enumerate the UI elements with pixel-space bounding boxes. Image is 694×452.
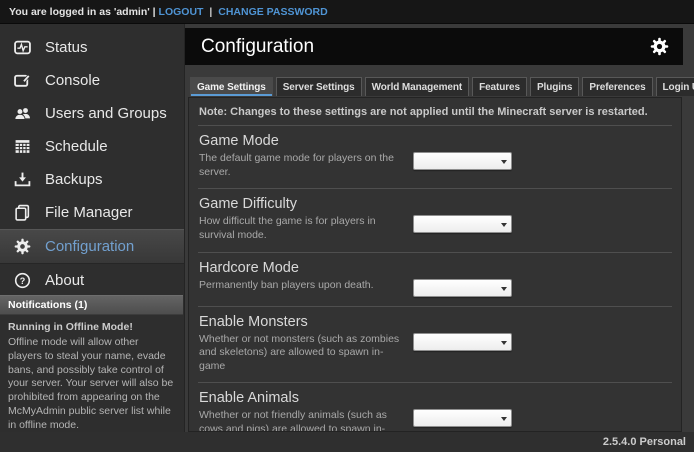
setting-name: Game Difficulty	[199, 196, 409, 212]
svg-text:?: ?	[20, 276, 26, 286]
change-password-link[interactable]: CHANGE PASSWORD	[218, 6, 327, 18]
sidebar-item-label: Configuration	[45, 238, 134, 255]
sidebar-item-users-and-groups[interactable]: Users and Groups	[0, 97, 184, 130]
notifications-panel: Notifications (1) Running in Offline Mod…	[0, 295, 183, 441]
sidebar-item-about[interactable]: ? About	[0, 264, 184, 297]
tab-game-settings[interactable]: Game Settings	[190, 77, 273, 96]
chevron-down-icon	[501, 287, 507, 291]
status-icon	[14, 39, 31, 56]
sidebar-item-label: Users and Groups	[45, 105, 167, 122]
game-difficulty-select[interactable]	[413, 215, 512, 233]
chevron-down-icon	[501, 223, 507, 227]
sidebar-item-label: About	[45, 272, 84, 289]
sidebar-item-schedule[interactable]: Schedule	[0, 130, 184, 163]
logout-link[interactable]: LOGOUT	[159, 6, 204, 18]
sidebar-item-label: Schedule	[45, 138, 108, 155]
setting-row: Game Difficulty How difficult the game i…	[198, 189, 672, 252]
setting-row: Game Mode The default game mode for play…	[198, 126, 672, 189]
game-settings-panel: Note: Changes to these settings are not …	[188, 97, 682, 432]
gear-icon	[14, 238, 31, 255]
sidebar-item-label: File Manager	[45, 204, 133, 221]
setting-description: Whether or not monsters (such as zombies…	[199, 333, 404, 374]
setting-description: Permanently ban players upon death.	[199, 279, 404, 293]
enable-animals-select[interactable]	[413, 409, 512, 427]
setting-row: Enable Animals Whether or not friendly a…	[198, 383, 672, 432]
notifications-body: Running in Offline Mode! Offline mode wi…	[0, 315, 183, 441]
schedule-icon	[14, 138, 31, 155]
tab-plugins[interactable]: Plugins	[530, 77, 579, 96]
console-icon	[14, 72, 31, 89]
footer: 2.5.4.0 Personal	[0, 432, 694, 452]
config-tabs: Game Settings Server Settings World Mana…	[190, 77, 694, 96]
chevron-down-icon	[501, 160, 507, 164]
version-label: 2.5.4.0 Personal	[603, 436, 686, 448]
question-circle-icon: ?	[14, 272, 31, 289]
tab-server-settings[interactable]: Server Settings	[276, 77, 362, 96]
notification-text: Offline mode will allow other players to…	[8, 336, 175, 433]
sidebar-item-label: Status	[45, 39, 88, 56]
tab-login-users[interactable]: Login Users	[656, 77, 694, 96]
game-mode-select[interactable]	[413, 152, 512, 170]
sidebar-item-console[interactable]: Console	[0, 64, 184, 97]
hardcore-mode-select[interactable]	[413, 279, 512, 297]
topbar: You are logged in as 'admin' | LOGOUT | …	[0, 0, 694, 24]
tab-world-management[interactable]: World Management	[365, 77, 469, 96]
users-icon	[14, 105, 31, 122]
sidebar-item-label: Console	[45, 72, 100, 89]
setting-description: The default game mode for players on the…	[199, 152, 404, 179]
page-title: Configuration	[201, 36, 650, 58]
logged-in-text: You are logged in as 'admin' |	[9, 6, 156, 18]
notification-title: Running in Offline Mode!	[8, 321, 175, 335]
topbar-separator: |	[209, 6, 212, 18]
setting-name: Enable Animals	[199, 390, 409, 406]
setting-name: Game Mode	[199, 133, 409, 149]
setting-name: Hardcore Mode	[199, 260, 409, 276]
setting-row: Hardcore Mode Permanently ban players up…	[198, 253, 672, 307]
sidebar-menu: Status Console Users and Groups Schedule	[0, 24, 184, 297]
sidebar-item-configuration[interactable]: Configuration	[0, 229, 184, 264]
setting-row: Enable Monsters Whether or not monsters …	[198, 307, 672, 384]
sidebar: Status Console Users and Groups Schedule	[0, 24, 185, 452]
tab-preferences[interactable]: Preferences	[582, 77, 652, 96]
sidebar-item-backups[interactable]: Backups	[0, 163, 184, 196]
setting-description: How difficult the game is for players in…	[199, 215, 404, 242]
notifications-header: Notifications (1)	[0, 295, 183, 315]
file-manager-icon	[14, 204, 31, 221]
chevron-down-icon	[501, 341, 507, 345]
setting-name: Enable Monsters	[199, 314, 409, 330]
sidebar-item-status[interactable]: Status	[0, 31, 184, 64]
mcmyadmin-window: You are logged in as 'admin' | LOGOUT | …	[0, 0, 694, 452]
enable-monsters-select[interactable]	[413, 333, 512, 351]
gear-icon[interactable]	[650, 37, 669, 56]
setting-description: Whether or not friendly animals (such as…	[199, 409, 404, 432]
page-header: Configuration	[185, 28, 683, 65]
backups-icon	[14, 171, 31, 188]
chevron-down-icon	[501, 417, 507, 421]
sidebar-item-file-manager[interactable]: File Manager	[0, 196, 184, 229]
tab-features[interactable]: Features	[472, 77, 527, 96]
sidebar-item-label: Backups	[45, 171, 103, 188]
restart-note: Note: Changes to these settings are not …	[198, 103, 672, 126]
